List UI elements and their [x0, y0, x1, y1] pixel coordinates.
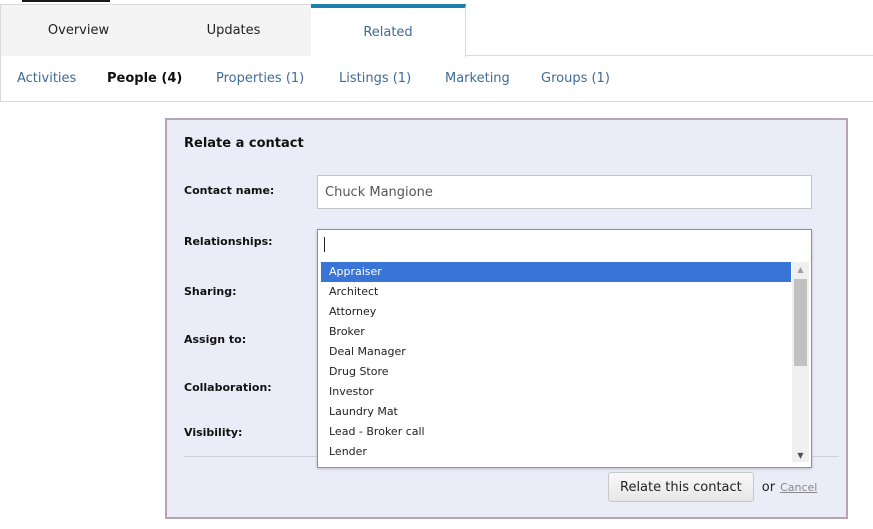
header-image-strip [22, 0, 110, 2]
cancel-link[interactable]: Cancel [780, 481, 817, 494]
relationship-option[interactable]: Investor [321, 382, 791, 402]
scroll-up-arrow-icon[interactable]: ▲ [792, 262, 809, 276]
contact-name-input[interactable]: Chuck Mangione [317, 175, 812, 209]
assign-to-label: Assign to: [184, 333, 247, 346]
relationship-option[interactable]: Deal Manager [321, 342, 791, 362]
relationship-option[interactable]: Lender [321, 442, 791, 462]
scroll-thumb[interactable] [794, 279, 807, 366]
relationships-listbox[interactable]: Appraiser Architect Attorney Broker Deal Man… [321, 262, 809, 462]
form-actions: Relate this contact or Cancel [608, 472, 817, 502]
related-subnav: Activities People (4) Properties (1) Lis… [0, 56, 873, 102]
relationships-input[interactable] [318, 230, 811, 260]
relationship-option[interactable]: Appraiser [321, 262, 791, 282]
subnav-groups[interactable]: Groups (1) [541, 71, 610, 86]
relationship-option[interactable]: Drug Store [321, 362, 791, 382]
subnav-listings[interactable]: Listings (1) [339, 71, 411, 86]
relationship-option[interactable]: Broker [321, 322, 791, 342]
collaboration-label: Collaboration: [184, 381, 272, 394]
contact-name-label: Contact name: [184, 184, 275, 197]
relationships-label: Relationships: [184, 235, 273, 248]
or-text: or [761, 479, 776, 495]
subnav-properties[interactable]: Properties (1) [216, 71, 304, 86]
relationship-option[interactable]: Attorney [321, 302, 791, 322]
relationship-option[interactable]: Laundry Mat [321, 402, 791, 422]
visibility-label: Visibility: [184, 426, 243, 439]
subnav-activities[interactable]: Activities [17, 71, 76, 86]
panel-title: Relate a contact [184, 136, 304, 151]
main-tabs: Overview Updates Related [0, 4, 873, 57]
tab-related[interactable]: Related [311, 4, 466, 57]
tab-overview[interactable]: Overview [0, 4, 156, 56]
listbox-scrollbar[interactable]: ▲ ▼ [792, 262, 809, 462]
sharing-label: Sharing: [184, 285, 237, 298]
relationship-option[interactable]: Architect [321, 282, 791, 302]
subnav-people[interactable]: People (4) [107, 71, 182, 86]
subnav-marketing[interactable]: Marketing [445, 71, 510, 86]
relate-contact-button[interactable]: Relate this contact [608, 472, 754, 502]
scroll-down-arrow-icon[interactable]: ▼ [792, 448, 809, 462]
text-caret [324, 237, 325, 252]
relate-contact-panel: Relate a contact Contact name: Chuck Man… [165, 118, 848, 519]
tab-updates[interactable]: Updates [156, 4, 311, 56]
relationship-option[interactable]: Lead - Broker call [321, 422, 791, 442]
relationships-combobox[interactable]: Appraiser Architect Attorney Broker Deal Man… [317, 229, 812, 468]
